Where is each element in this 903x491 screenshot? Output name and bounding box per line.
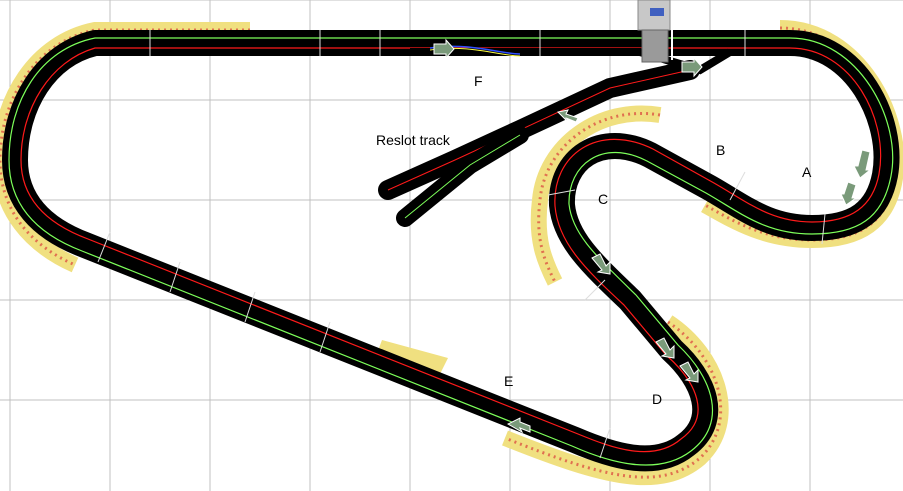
background-grid bbox=[0, 0, 903, 491]
label-d: D bbox=[652, 391, 662, 407]
label-e: E bbox=[504, 373, 513, 389]
label-b: B bbox=[716, 142, 725, 158]
label-f: F bbox=[474, 73, 483, 89]
main-track bbox=[9, 38, 893, 465]
track-layout-diagram: A B C D E F Reslot track bbox=[0, 0, 903, 491]
label-reslot-track: Reslot track bbox=[376, 132, 451, 148]
direction-arrow-icon bbox=[840, 181, 858, 206]
label-a: A bbox=[802, 164, 812, 180]
label-c: C bbox=[598, 191, 608, 207]
direction-arrow-icon bbox=[853, 149, 872, 179]
